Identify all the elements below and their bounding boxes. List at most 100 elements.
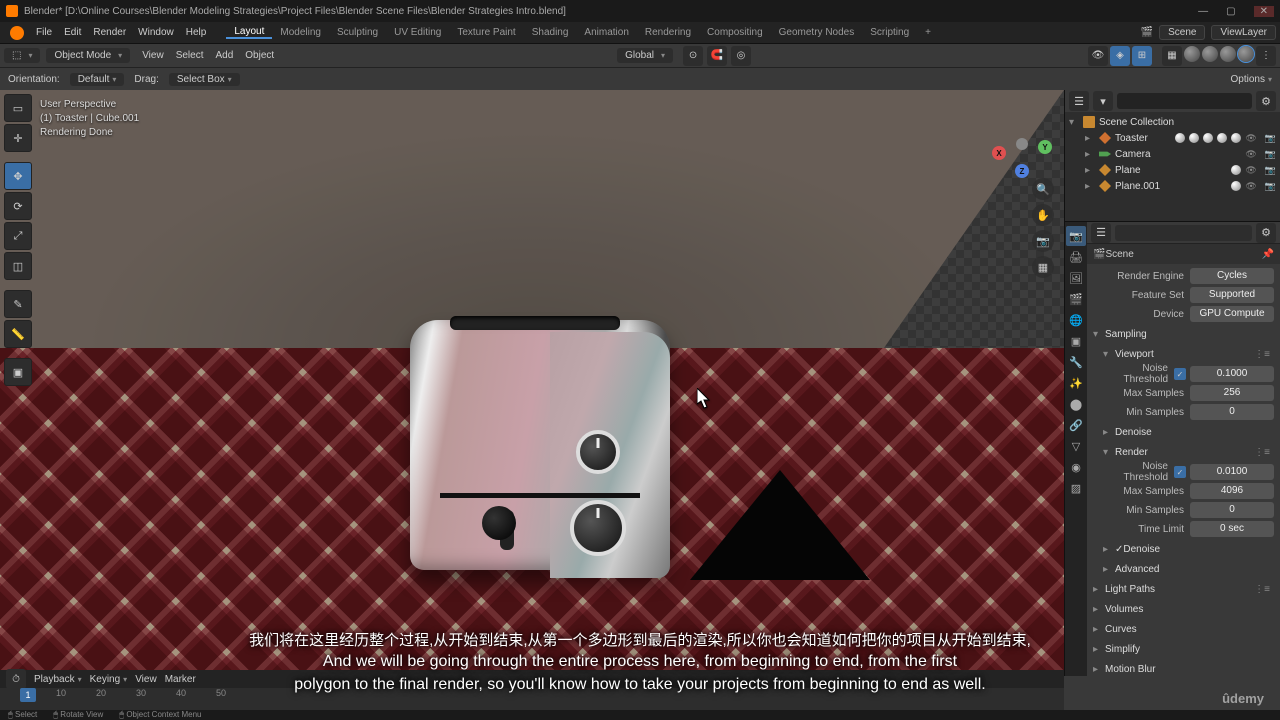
shading-matprev[interactable] [1220, 46, 1236, 62]
props-tab-object[interactable]: ▣ [1066, 331, 1086, 351]
tree-scene-collection[interactable]: ▾ Scene Collection [1065, 114, 1280, 130]
props-tab-material[interactable]: ◉ [1066, 457, 1086, 477]
workspace-compositing[interactable]: Compositing [699, 27, 771, 38]
viewport-min-samples[interactable]: 0 [1190, 404, 1274, 420]
editor-type-dropdown[interactable]: ⬚ [4, 48, 40, 63]
props-tab-output[interactable]: 🖨 [1066, 247, 1086, 267]
tool-transform[interactable]: ◫ [4, 252, 32, 280]
render-engine-dropdown[interactable]: Cycles [1190, 268, 1274, 284]
pan-icon[interactable]: ✋ [1032, 204, 1054, 226]
menu-file[interactable]: File [30, 27, 58, 38]
tool-scale[interactable]: ⤢ [4, 222, 32, 250]
workspace-scripting[interactable]: Scripting [862, 27, 917, 38]
props-type-dropdown[interactable]: ☰ [1091, 223, 1111, 243]
gizmo-y-axis[interactable]: Y [1038, 140, 1052, 154]
zoom-icon[interactable]: 🔍 [1032, 178, 1054, 200]
props-search-input[interactable] [1115, 225, 1252, 241]
props-tab-texture[interactable]: ▨ [1066, 478, 1086, 498]
outliner-display-dropdown[interactable]: ▾ [1093, 91, 1113, 111]
tree-item-plane[interactable]: ▸ Plane 👁📷 [1065, 162, 1280, 178]
workspace-layout[interactable]: Layout [226, 26, 272, 39]
viewport-menu-add[interactable]: Add [209, 50, 239, 61]
panel-motion-blur[interactable]: ▸Motion Blur [1093, 659, 1274, 676]
workspace-rendering[interactable]: Rendering [637, 27, 699, 38]
perspective-toggle-icon[interactable]: ▦ [1032, 256, 1054, 278]
timeline-keying[interactable]: Keying [90, 674, 128, 685]
workspace-texpaint[interactable]: Texture Paint [449, 27, 523, 38]
snap-toggle[interactable]: 🧲 [707, 46, 727, 66]
xray-toggle[interactable]: ▦ [1162, 46, 1182, 66]
render-noise-value[interactable]: 0.0100 [1190, 464, 1274, 480]
panel-sampling[interactable]: ▾Sampling [1093, 324, 1274, 344]
panel-advanced[interactable]: ▸Advanced [1103, 559, 1274, 579]
panel-curves[interactable]: ▸Curves [1093, 619, 1274, 639]
tree-item-toaster[interactable]: ▸ Toaster 👁📷 [1065, 130, 1280, 146]
workspace-add[interactable]: + [917, 27, 939, 38]
tool-move[interactable]: ✥ [4, 162, 32, 190]
panel-light-paths[interactable]: ▸Light Paths⋮≡ [1093, 579, 1274, 599]
render-max-samples[interactable]: 4096 [1190, 483, 1274, 499]
overlay-toggle[interactable]: ⊞ [1132, 46, 1152, 66]
workspace-animation[interactable]: Animation [576, 27, 636, 38]
tree-item-plane001[interactable]: ▸ Plane.001 👁📷 [1065, 178, 1280, 194]
3d-viewport[interactable]: User Perspective (1) Toaster | Cube.001 … [0, 90, 1064, 676]
timeline-view[interactable]: View [135, 674, 157, 685]
window-maximize-button[interactable]: ▢ [1226, 6, 1235, 17]
drag-dropdown[interactable]: Select Box [169, 73, 240, 86]
workspace-geonodes[interactable]: Geometry Nodes [771, 27, 863, 38]
timeline-track[interactable]: 1 10 20 30 40 50 [0, 688, 1064, 710]
props-options[interactable]: ⚙ [1256, 223, 1276, 243]
viewport-max-samples[interactable]: 256 [1190, 385, 1274, 401]
scene-selector[interactable]: Scene [1159, 25, 1205, 40]
timeline-playback[interactable]: Playback [34, 674, 82, 685]
device-dropdown[interactable]: GPU Compute [1190, 306, 1274, 322]
orientation-dropdown[interactable]: Default [70, 73, 125, 86]
window-minimize-button[interactable]: — [1198, 6, 1208, 17]
menu-render[interactable]: Render [87, 27, 132, 38]
workspace-uv[interactable]: UV Editing [386, 27, 449, 38]
mode-dropdown[interactable]: Object Mode [46, 48, 130, 63]
camera-view-icon[interactable]: 📷 [1032, 230, 1054, 252]
proportional-edit[interactable]: ◎ [731, 46, 751, 66]
visibility-dropdown[interactable]: 👁 [1088, 46, 1108, 66]
window-close-button[interactable]: ✕ [1254, 6, 1274, 17]
timeline-marker[interactable]: Marker [165, 674, 196, 685]
workspace-shading[interactable]: Shading [524, 27, 577, 38]
gizmo-z-axis[interactable]: Z [1015, 164, 1029, 178]
viewport-noise-check[interactable]: ✓ [1174, 368, 1186, 380]
shading-rendered[interactable] [1238, 46, 1254, 62]
shading-wireframe[interactable] [1184, 46, 1200, 62]
gizmo-toggle[interactable]: ◈ [1110, 46, 1130, 66]
viewport-noise-value[interactable]: 0.1000 [1190, 366, 1274, 382]
props-tab-physics[interactable]: ⬤ [1066, 394, 1086, 414]
viewport-menu-select[interactable]: Select [170, 50, 210, 61]
props-tab-scene[interactable]: 🎬 [1066, 289, 1086, 309]
menu-edit[interactable]: Edit [58, 27, 87, 38]
panel-simplify[interactable]: ▸Simplify [1093, 639, 1274, 659]
props-tab-particle[interactable]: ✨ [1066, 373, 1086, 393]
tree-item-camera[interactable]: ▸ Camera 👁📷 [1065, 146, 1280, 162]
shading-options[interactable]: ⋮ [1256, 46, 1276, 66]
feature-set-dropdown[interactable]: Supported [1190, 287, 1274, 303]
tool-add-cube[interactable]: ▣ [4, 358, 32, 386]
render-time-limit[interactable]: 0 sec [1190, 521, 1274, 537]
pivot-dropdown[interactable]: ⊙ [683, 46, 703, 66]
shading-solid[interactable] [1202, 46, 1218, 62]
tool-measure[interactable]: 📏 [4, 320, 32, 348]
props-tab-constraint[interactable]: 🔗 [1066, 415, 1086, 435]
props-tab-data[interactable]: ▽ [1066, 436, 1086, 456]
viewport-menu-view[interactable]: View [136, 50, 170, 61]
props-tab-render[interactable]: 📷 [1066, 226, 1086, 246]
tool-rotate[interactable]: ⟳ [4, 192, 32, 220]
viewport-menu-object[interactable]: Object [239, 50, 280, 61]
timeline-type-dropdown[interactable]: ⏱ [6, 669, 26, 689]
timeline-playhead[interactable]: 1 [20, 688, 36, 702]
options-dropdown[interactable]: Options [1231, 74, 1272, 85]
props-tab-viewlayer[interactable]: 🖼 [1066, 268, 1086, 288]
navigation-gizmo[interactable]: X Y Z [992, 114, 1052, 174]
outliner-filter[interactable]: ⚙ [1256, 91, 1276, 111]
tool-select-box[interactable]: ▭ [4, 94, 32, 122]
panel-viewport-denoise[interactable]: ▸Denoise [1103, 422, 1274, 442]
workspace-modeling[interactable]: Modeling [272, 27, 329, 38]
props-tab-modifier[interactable]: 🔧 [1066, 352, 1086, 372]
